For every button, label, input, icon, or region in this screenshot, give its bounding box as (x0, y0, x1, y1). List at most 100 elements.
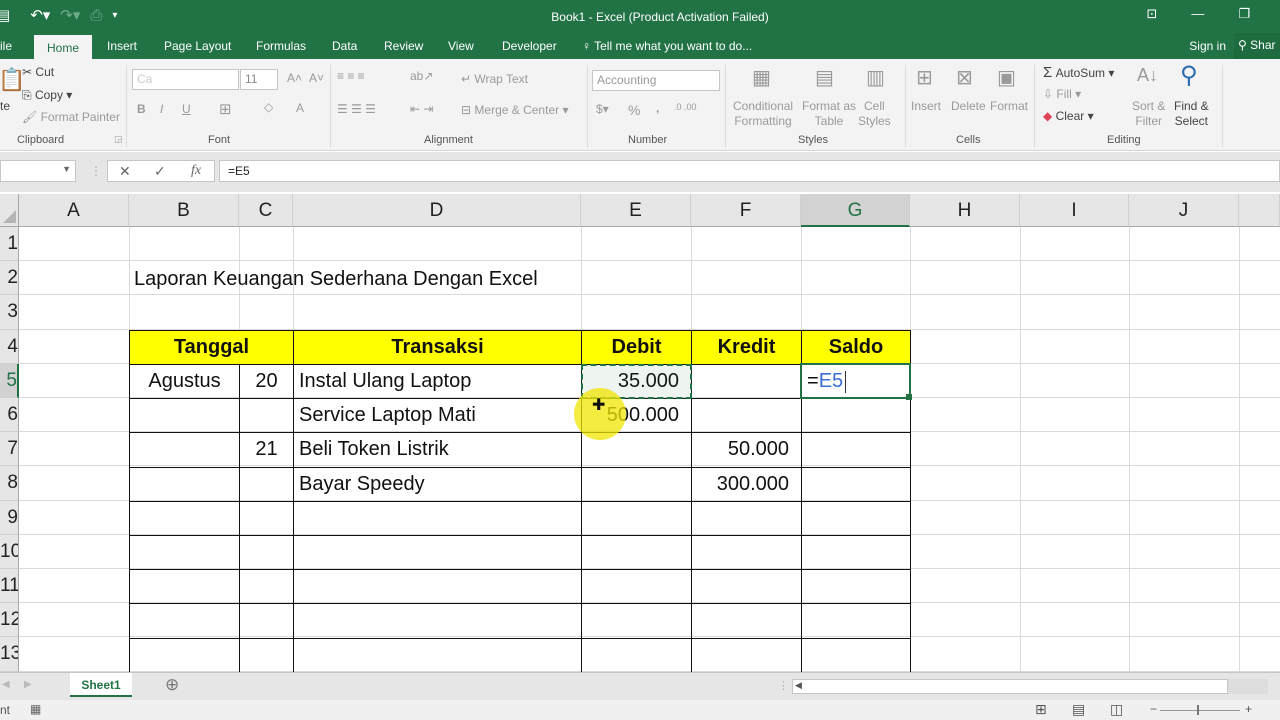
cell-day[interactable] (239, 569, 294, 605)
tell-me-box[interactable]: ♀ Tell me what you want to do... (582, 37, 752, 59)
tab-review[interactable]: Review (384, 37, 423, 59)
column-header-h[interactable]: H (910, 194, 1020, 227)
increase-font-icon[interactable]: A˄ (287, 71, 302, 85)
cell-month[interactable] (129, 466, 240, 502)
cell-debit[interactable] (581, 535, 692, 571)
tab-data[interactable]: Data (332, 37, 357, 59)
tab-home[interactable]: Home (34, 35, 93, 59)
column-header-d[interactable]: D (293, 194, 581, 227)
row-header-6[interactable]: 6 (0, 398, 19, 433)
font-name-select[interactable]: Ca (132, 69, 239, 90)
cell-transaksi[interactable] (293, 535, 582, 571)
row-header-10[interactable]: 10 (0, 534, 19, 569)
name-box-dropdown-icon[interactable]: ▼ (62, 164, 71, 174)
cell-saldo[interactable] (801, 432, 911, 468)
cell-day[interactable]: 20 (239, 364, 294, 400)
cell-debit[interactable] (581, 637, 692, 672)
bold-button[interactable]: B (137, 102, 146, 116)
report-title[interactable]: Laporan Keuangan Sederhana Dengan Excel (129, 262, 543, 296)
cell-kredit[interactable] (691, 603, 802, 639)
row-header-9[interactable]: 9 (0, 500, 19, 535)
top-align-icon[interactable]: ≡ ≡ ≡ (337, 69, 365, 83)
indent-icon[interactable]: ⇤ ⇥ (410, 102, 433, 116)
cell-kredit[interactable] (691, 500, 802, 536)
header-debit[interactable]: Debit (581, 330, 692, 365)
page-break-view-icon[interactable]: ◫ (1110, 701, 1123, 718)
redo-icon[interactable]: ↷▾ (60, 6, 80, 24)
zoom-out-icon[interactable]: − (1150, 702, 1157, 716)
row-header-7[interactable]: 7 (0, 432, 19, 467)
column-header-j[interactable]: J (1129, 194, 1239, 227)
autosum-button[interactable]: Σ AutoSum ▾ (1043, 64, 1114, 81)
column-header-i[interactable]: I (1020, 194, 1129, 227)
undo-icon[interactable]: ↶▾ (30, 6, 50, 24)
cell-day[interactable] (239, 603, 294, 639)
number-format-select[interactable]: Accounting (592, 70, 720, 91)
cell-debit[interactable] (581, 466, 692, 502)
header-tanggal[interactable]: Tanggal (129, 330, 294, 365)
cell-month[interactable] (129, 432, 240, 468)
row-header-13[interactable]: 13 (0, 637, 19, 672)
cell-month[interactable] (129, 535, 240, 571)
cell-transaksi[interactable]: Instal Ulang Laptop (293, 364, 582, 400)
print-preview-icon[interactable]: ⎙ (90, 7, 102, 24)
column-header-c[interactable]: C (239, 194, 293, 227)
cell-transaksi[interactable]: Beli Token Listrik (293, 432, 582, 468)
cell-saldo[interactable] (801, 535, 911, 571)
fill-color-icon[interactable]: ◇ (264, 100, 273, 114)
customize-qat-icon[interactable]: ▾ (112, 10, 117, 21)
macro-recording-icon[interactable]: ▦ (30, 702, 41, 716)
italic-button[interactable]: I (160, 102, 163, 116)
cell-debit[interactable] (581, 500, 692, 536)
format-as-table-button[interactable]: Format as Table (802, 99, 856, 129)
cell-saldo[interactable] (801, 398, 911, 434)
cell-day[interactable] (239, 466, 294, 502)
row-header-3[interactable]: 3 (0, 295, 19, 330)
cell-kredit[interactable]: 50.000 (691, 432, 802, 468)
row-header-1[interactable]: 1 (0, 227, 19, 262)
clipboard-launcher-icon[interactable]: ◲ (114, 134, 123, 145)
font-size-select[interactable]: 11 (240, 69, 278, 90)
horizontal-scrollbar[interactable]: ◀ (792, 679, 1228, 694)
prev-sheet-icon[interactable]: ◀ (2, 679, 10, 690)
scroll-left-icon[interactable]: ◀ (795, 680, 802, 691)
format-cells-button[interactable]: Format (990, 99, 1028, 113)
sheet-tab-sheet1[interactable]: Sheet1 (70, 673, 132, 697)
column-header-g[interactable]: G (801, 194, 910, 227)
wrap-text-button[interactable]: ↵ Wrap Text (461, 72, 528, 86)
copy-button[interactable]: ⎘ Copy ▾ (22, 88, 72, 103)
currency-icon[interactable]: $▾ (596, 102, 609, 116)
cell-transaksi[interactable] (293, 603, 582, 639)
select-all-button[interactable] (0, 194, 19, 227)
page-layout-view-icon[interactable]: ▤ (1072, 701, 1085, 718)
cell-saldo[interactable] (801, 466, 911, 502)
cell-transaksi[interactable] (293, 637, 582, 672)
decimal-icons[interactable]: .0 .00 (674, 102, 697, 112)
orientation-icon[interactable]: ab↗ (410, 69, 433, 83)
cell-kredit[interactable] (691, 398, 802, 434)
enter-icon[interactable]: ✓ (154, 163, 166, 180)
column-header-b[interactable]: B (129, 194, 239, 227)
tab-split-grip[interactable]: ⋮ (778, 679, 789, 692)
share-button[interactable]: ⚲ Shar (1234, 33, 1280, 59)
sign-in-link[interactable]: Sign in (1189, 39, 1226, 53)
next-sheet-icon[interactable]: ▶ (24, 679, 32, 690)
fill-button[interactable]: ⇩ Fill ▾ (1043, 87, 1081, 101)
cell-styles-button[interactable]: Cell Styles (858, 99, 891, 129)
percent-button[interactable]: % (628, 102, 640, 118)
scrollbar-track[interactable] (1228, 679, 1268, 694)
cell-kredit[interactable] (691, 637, 802, 672)
cell-day[interactable]: 21 (239, 432, 294, 468)
clear-button[interactable]: ◆ Clear ▾ (1043, 109, 1094, 123)
cell-saldo-editing[interactable]: = E5 (801, 364, 911, 400)
cell-saldo[interactable] (801, 500, 911, 536)
cell-debit[interactable]: 35.000 (581, 364, 692, 400)
header-saldo[interactable]: Saldo (801, 330, 911, 365)
column-header-f[interactable]: F (691, 194, 801, 227)
cell-saldo[interactable] (801, 603, 911, 639)
new-sheet-icon[interactable]: ⊕ (165, 675, 179, 695)
column-header-k[interactable] (1239, 194, 1280, 227)
minimize-icon[interactable]: — (1191, 6, 1204, 22)
formula-input[interactable]: =E5 (219, 160, 1280, 182)
formula-bar-grip[interactable]: ⋮ (90, 164, 102, 178)
